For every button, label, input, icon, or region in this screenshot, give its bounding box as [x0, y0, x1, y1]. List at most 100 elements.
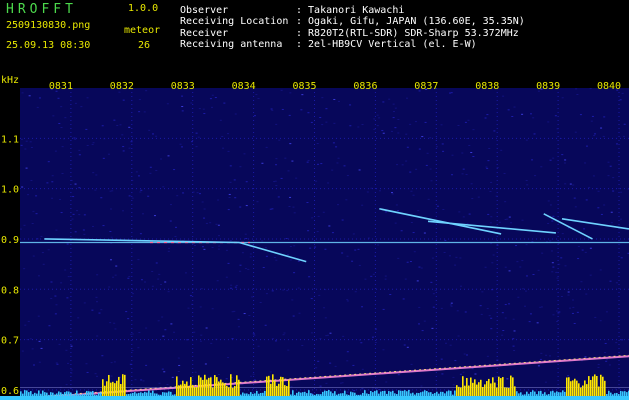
noise-speck	[310, 332, 313, 334]
noise-speck	[339, 382, 342, 384]
noise-speck	[306, 201, 309, 203]
activity-bar	[442, 391, 444, 396]
activity-bar	[218, 381, 220, 396]
activity-bar	[192, 385, 194, 396]
noise-speck	[459, 257, 462, 259]
noise-speck	[486, 308, 489, 310]
noise-speck	[24, 324, 27, 326]
noise-speck	[140, 379, 143, 381]
activity-bar	[120, 384, 122, 396]
noise-speck	[423, 320, 426, 322]
activity-bar	[28, 392, 30, 396]
noise-speck	[198, 193, 201, 195]
activity-bar	[554, 392, 556, 396]
noise-speck	[195, 132, 198, 134]
noise-speck	[229, 165, 232, 167]
activity-bar	[620, 390, 622, 396]
noise-speck	[248, 314, 251, 316]
noise-speck	[561, 97, 564, 99]
noise-speck	[310, 121, 313, 123]
noise-speck	[429, 168, 432, 170]
noise-speck	[405, 97, 408, 99]
noise-speck	[144, 281, 147, 283]
noise-speck	[275, 185, 278, 187]
noise-speck	[158, 382, 161, 384]
noise-speck	[323, 307, 326, 309]
noise-speck	[472, 129, 475, 131]
noise-speck	[431, 257, 434, 259]
noise-speck	[209, 98, 212, 100]
activity-bar	[92, 391, 94, 396]
activity-bar	[606, 394, 608, 396]
noise-speck	[382, 349, 385, 351]
noise-speck	[341, 219, 344, 221]
activity-bar	[264, 390, 266, 396]
noise-speck	[504, 304, 507, 306]
noise-speck	[434, 289, 437, 291]
noise-speck	[457, 125, 460, 127]
noise-speck	[167, 291, 170, 293]
noise-speck	[257, 97, 260, 99]
noise-speck	[332, 142, 335, 144]
noise-speck	[425, 164, 428, 166]
activity-bar	[574, 378, 576, 396]
activity-bar	[328, 390, 330, 396]
noise-speck	[554, 115, 557, 117]
noise-speck	[529, 113, 532, 115]
noise-speck	[23, 268, 26, 270]
noise-speck	[155, 135, 158, 137]
noise-speck	[589, 247, 592, 249]
noise-speck	[322, 211, 325, 213]
activity-bar	[406, 391, 408, 396]
noise-speck	[470, 183, 473, 185]
noise-speck	[573, 323, 576, 325]
activity-bar	[26, 390, 28, 396]
activity-bar	[294, 394, 296, 396]
noise-speck	[524, 290, 527, 292]
noise-speck	[131, 197, 134, 199]
noise-speck	[78, 214, 81, 216]
noise-speck	[418, 148, 421, 150]
noise-speck	[35, 195, 38, 197]
noise-speck	[373, 118, 376, 120]
noise-speck	[585, 145, 588, 147]
noise-speck	[449, 344, 452, 346]
noise-speck	[237, 326, 240, 328]
noise-speck	[489, 222, 492, 224]
noise-speck	[576, 311, 579, 313]
noise-speck	[265, 293, 268, 295]
noise-speck	[316, 231, 319, 233]
noise-speck	[581, 249, 584, 251]
activity-bar	[102, 379, 104, 396]
noise-speck	[597, 363, 600, 365]
noise-speck	[109, 259, 112, 261]
noise-speck	[551, 262, 554, 264]
noise-speck	[148, 129, 151, 131]
activity-bar	[368, 393, 370, 396]
noise-speck	[385, 381, 388, 383]
noise-speck	[205, 222, 208, 224]
noise-speck	[346, 299, 349, 301]
noise-speck	[608, 364, 611, 366]
noise-speck	[353, 390, 356, 392]
activity-bar	[354, 392, 356, 396]
activity-bar	[562, 390, 564, 396]
noise-speck	[615, 342, 618, 344]
noise-speck	[243, 153, 246, 155]
noise-speck	[604, 342, 607, 344]
noise-speck	[281, 108, 284, 110]
activity-bar	[450, 390, 452, 396]
noise-speck	[572, 306, 575, 308]
noise-speck	[145, 327, 148, 329]
noise-speck	[532, 273, 535, 275]
noise-speck	[42, 263, 45, 265]
time-tick-label: 0838	[475, 81, 499, 92]
noise-speck	[484, 117, 487, 119]
activity-bar	[248, 394, 250, 396]
noise-speck	[74, 231, 77, 233]
noise-speck	[58, 122, 61, 124]
noise-speck	[504, 266, 507, 268]
noise-speck	[564, 265, 567, 267]
noise-speck	[149, 172, 152, 174]
noise-speck	[449, 92, 452, 94]
